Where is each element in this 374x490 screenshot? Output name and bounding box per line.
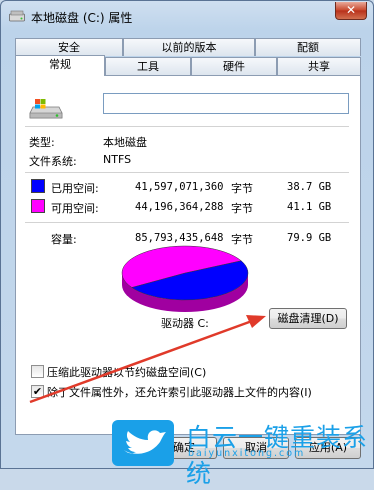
title-bar[interactable]: 本地磁盘 (C:) 属性 ✕ (1, 1, 373, 31)
tab-general[interactable]: 常规 (15, 55, 105, 76)
used-space-gb: 38.7 GB (287, 181, 332, 193)
index-label: 除了文件属性外，还允许索引此驱动器上文件的内容(I) (47, 386, 312, 399)
watermark-url: baiyunxitong.com (188, 448, 306, 459)
type-label: 类型: (29, 136, 55, 149)
free-space-unit: 字节 (231, 202, 253, 215)
close-button[interactable]: ✕ (335, 2, 367, 20)
tab-sharing[interactable]: 共享 (277, 57, 361, 75)
checkmark-icon: ✔ (32, 385, 43, 398)
hard-drive-icon (29, 99, 63, 119)
used-space-label: 已用空间: (51, 182, 99, 195)
used-space-unit: 字节 (231, 182, 253, 195)
divider (25, 222, 349, 223)
bird-logo-icon (112, 420, 174, 466)
tab-previous-versions[interactable]: 以前的版本 (123, 38, 255, 56)
file-system-label: 文件系统: (29, 155, 77, 168)
drive-icon (9, 10, 25, 22)
divider (25, 126, 349, 127)
free-space-swatch (31, 199, 45, 213)
tab-security[interactable]: 安全 (15, 38, 123, 56)
usage-pie-chart (121, 245, 249, 312)
tab-tools[interactable]: 工具 (105, 57, 191, 75)
free-space-label: 可用空间: (51, 202, 99, 215)
used-space-bytes: 41,597,071,360 (135, 181, 224, 193)
tab-quota[interactable]: 配额 (255, 38, 361, 56)
compress-checkbox[interactable] (31, 365, 44, 378)
volume-label-input[interactable] (103, 93, 349, 114)
type-value: 本地磁盘 (103, 136, 147, 149)
drive-letter-label: 驱动器 C: (161, 317, 209, 330)
free-space-bytes: 44,196,364,288 (135, 201, 224, 213)
capacity-label: 容量: (51, 233, 77, 246)
divider (25, 172, 349, 173)
compress-label: 压缩此驱动器以节约磁盘空间(C) (47, 366, 207, 379)
tab-hardware[interactable]: 硬件 (191, 57, 277, 75)
disk-cleanup-button[interactable]: 磁盘清理(D) (269, 308, 347, 329)
used-space-swatch (31, 179, 45, 193)
file-system-value: NTFS (103, 153, 132, 166)
free-space-gb: 41.1 GB (287, 201, 332, 213)
properties-window: 本地磁盘 (C:) 属性 ✕ 安全 以前的版本 配额 常规 工具 硬件 共享 类… (0, 0, 374, 469)
capacity-gb: 79.9 GB (287, 232, 332, 244)
window-title: 本地磁盘 (C:) 属性 (31, 11, 133, 25)
index-checkbox[interactable]: ✔ (31, 385, 44, 398)
